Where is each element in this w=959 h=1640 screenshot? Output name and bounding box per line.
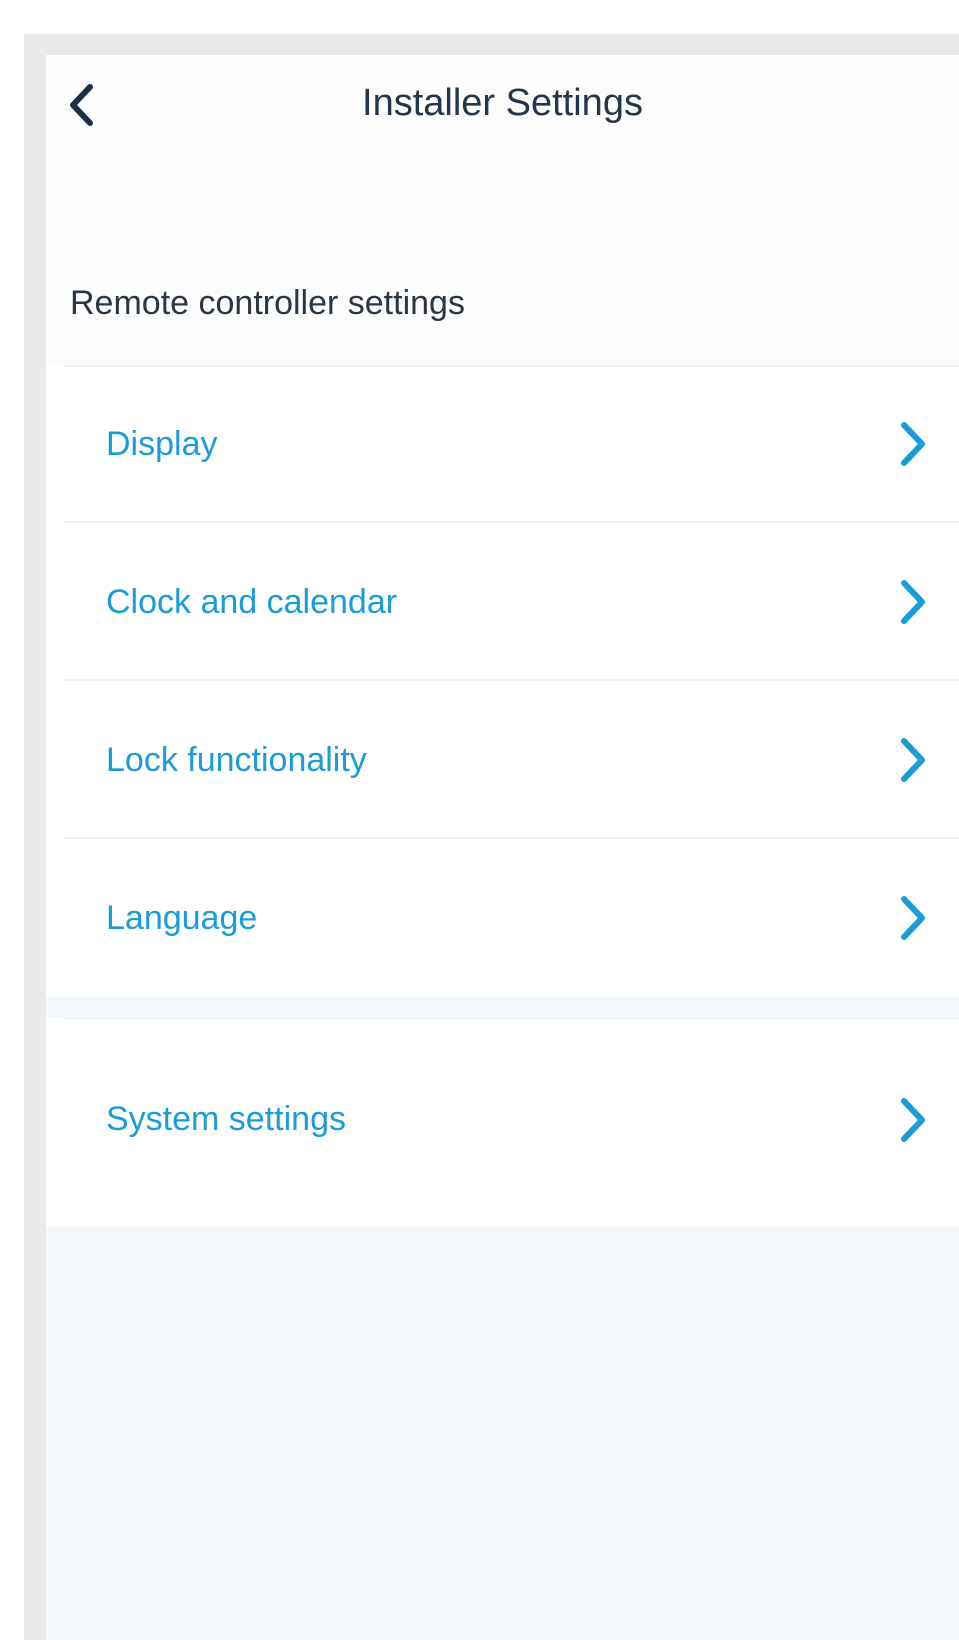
menu-item-lock-functionality[interactable]: Lock functionality xyxy=(46,681,959,839)
nav-header: Installer Settings xyxy=(46,55,959,255)
menu-item-label: Display xyxy=(106,425,218,463)
chevron-right-icon xyxy=(899,895,927,941)
chevron-right-icon xyxy=(899,579,927,625)
menu-item-label: Language xyxy=(106,899,258,937)
section-header: Remote controller settings xyxy=(46,255,959,365)
menu-item-system-settings[interactable]: System settings xyxy=(46,1017,959,1227)
menu-item-label: System settings xyxy=(106,1100,346,1138)
menu-item-display[interactable]: Display xyxy=(46,365,959,523)
settings-list: Display Clock and calendar Lock function… xyxy=(46,365,959,997)
chevron-right-icon xyxy=(899,737,927,783)
menu-item-clock-and-calendar[interactable]: Clock and calendar xyxy=(46,523,959,681)
section-header-label: Remote controller settings xyxy=(70,284,465,322)
system-settings-list: System settings xyxy=(46,1017,959,1227)
menu-item-language[interactable]: Language xyxy=(46,839,959,997)
chevron-right-icon xyxy=(899,1097,927,1143)
menu-item-label: Lock functionality xyxy=(106,741,367,779)
menu-item-label: Clock and calendar xyxy=(106,583,398,621)
chevron-right-icon xyxy=(899,421,927,467)
app-screen: Installer Settings Remote controller set… xyxy=(46,55,959,1640)
page-title: Installer Settings xyxy=(362,82,643,124)
